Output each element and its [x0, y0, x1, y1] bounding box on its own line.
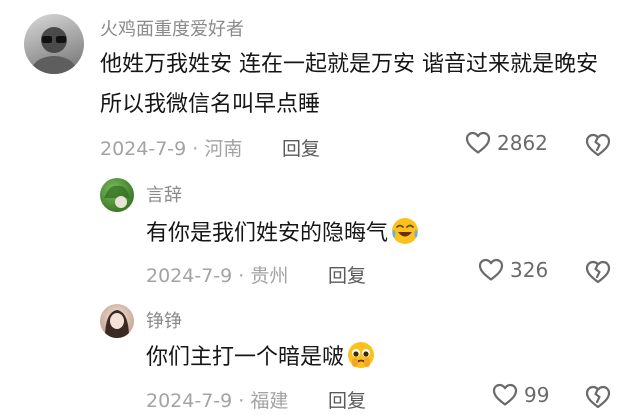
broken-heart-icon — [585, 385, 611, 409]
reply-button[interactable]: 回复 — [328, 261, 366, 288]
avatar-icon — [105, 310, 129, 338]
comment-username[interactable]: 火鸡面重度爱好者 — [100, 15, 244, 41]
like-button[interactable]: 99 — [492, 383, 549, 407]
comment-text: 你们主打一个暗是啵 — [146, 345, 345, 370]
heart-outline-icon — [492, 383, 518, 406]
comment-username[interactable]: 铮铮 — [146, 307, 182, 333]
crying-laughing-emoji-icon — [390, 216, 420, 260]
like-button[interactable]: 326 — [478, 258, 548, 282]
heart-outline-icon — [465, 131, 491, 154]
avatar-icon — [32, 27, 76, 74]
dislike-button[interactable] — [584, 132, 612, 162]
comment-username[interactable]: 言辞 — [146, 181, 182, 207]
comment-text-row: 有你是我们姓安的隐晦气 — [146, 214, 420, 260]
broken-heart-icon — [585, 260, 611, 284]
comment-text: 他姓万我姓安 连在一起就是万安 谐音过来就是晚安 所以我微信名叫早点睡 — [100, 52, 598, 117]
broken-heart-icon — [585, 133, 611, 157]
avatar[interactable] — [100, 304, 134, 338]
like-count: 2862 — [497, 131, 548, 155]
comment-meta: 2024-7-9 · 河南 — [100, 138, 243, 160]
comment-meta: 2024-7-9 · 贵州 — [146, 265, 289, 287]
like-button[interactable]: 2862 — [465, 131, 548, 155]
avatar-icon — [104, 185, 130, 208]
pleading-teary-emoji-icon — [346, 340, 376, 384]
dislike-button[interactable] — [584, 259, 612, 289]
avatar[interactable] — [24, 14, 84, 74]
like-count: 326 — [510, 258, 549, 282]
dislike-button[interactable] — [584, 384, 612, 414]
heart-outline-icon — [478, 258, 504, 281]
comment-text-row: 你们主打一个暗是啵 — [146, 338, 376, 384]
comment-text: 有你是我们姓安的隐晦气 — [146, 221, 389, 246]
reply-button[interactable]: 回复 — [328, 386, 366, 413]
comment-meta: 2024-7-9 · 福建 — [146, 390, 289, 412]
avatar[interactable] — [100, 178, 134, 212]
reply-button[interactable]: 回复 — [282, 134, 320, 161]
like-count: 99 — [524, 383, 550, 407]
